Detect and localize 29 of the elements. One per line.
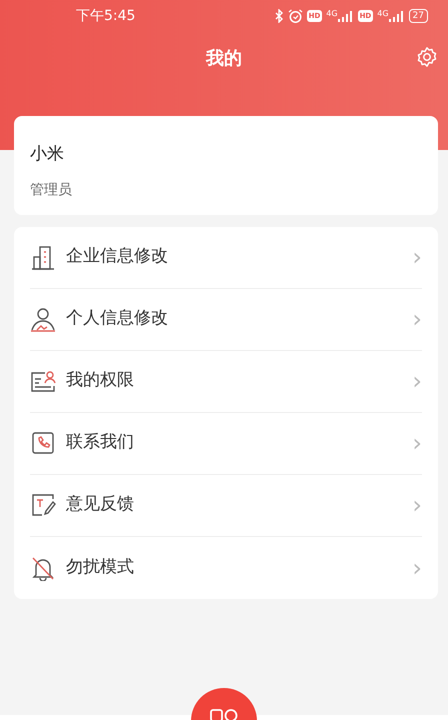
- menu-item[interactable]: 企业信息修改 ›: [30, 226, 422, 288]
- network-label: 4G: [377, 10, 389, 18]
- edit-note-icon: [30, 492, 56, 518]
- bluetooth-icon: [274, 9, 284, 23]
- chevron-icon: ›: [412, 307, 422, 331]
- menu-item[interactable]: 个人信息修改 ›: [30, 288, 422, 350]
- settings-icon[interactable]: [416, 46, 438, 68]
- chevron-icon: ›: [412, 556, 422, 580]
- chevron-icon: ›: [412, 493, 422, 517]
- menu-item[interactable]: 我的权限 ›: [30, 350, 422, 412]
- user-role: 管理员: [30, 180, 73, 200]
- chevron-icon: ›: [412, 431, 422, 455]
- page-title: 我的: [206, 46, 242, 70]
- network-label: 4G: [326, 10, 338, 18]
- alarm-icon: [288, 8, 303, 24]
- signal-icon: [338, 10, 354, 22]
- status-time: 下午5:45: [76, 6, 136, 26]
- menu-item[interactable]: 勿扰模式 ›: [30, 536, 422, 598]
- shapes-icon: [209, 706, 239, 720]
- menu-item[interactable]: 意见反馈 ›: [30, 474, 422, 536]
- person-icon: [30, 306, 56, 332]
- chevron-icon: ›: [412, 245, 422, 269]
- signal-icon: [388, 10, 405, 22]
- menu-item[interactable]: 联系我们 ›: [30, 412, 422, 474]
- battery-level: 27: [408, 9, 428, 23]
- phone-icon: [30, 430, 56, 456]
- chevron-icon: ›: [412, 369, 422, 393]
- building-icon: [30, 244, 56, 270]
- user-name: 小米: [30, 143, 65, 166]
